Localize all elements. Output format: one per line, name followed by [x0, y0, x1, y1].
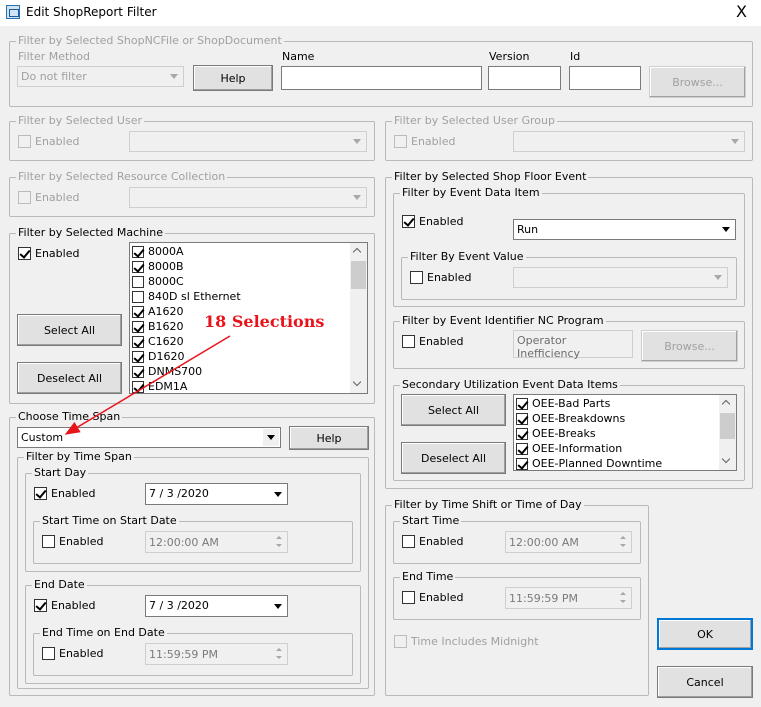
annotation-arrow	[64, 335, 231, 435]
annotation-label: 18 Selections	[204, 312, 325, 331]
